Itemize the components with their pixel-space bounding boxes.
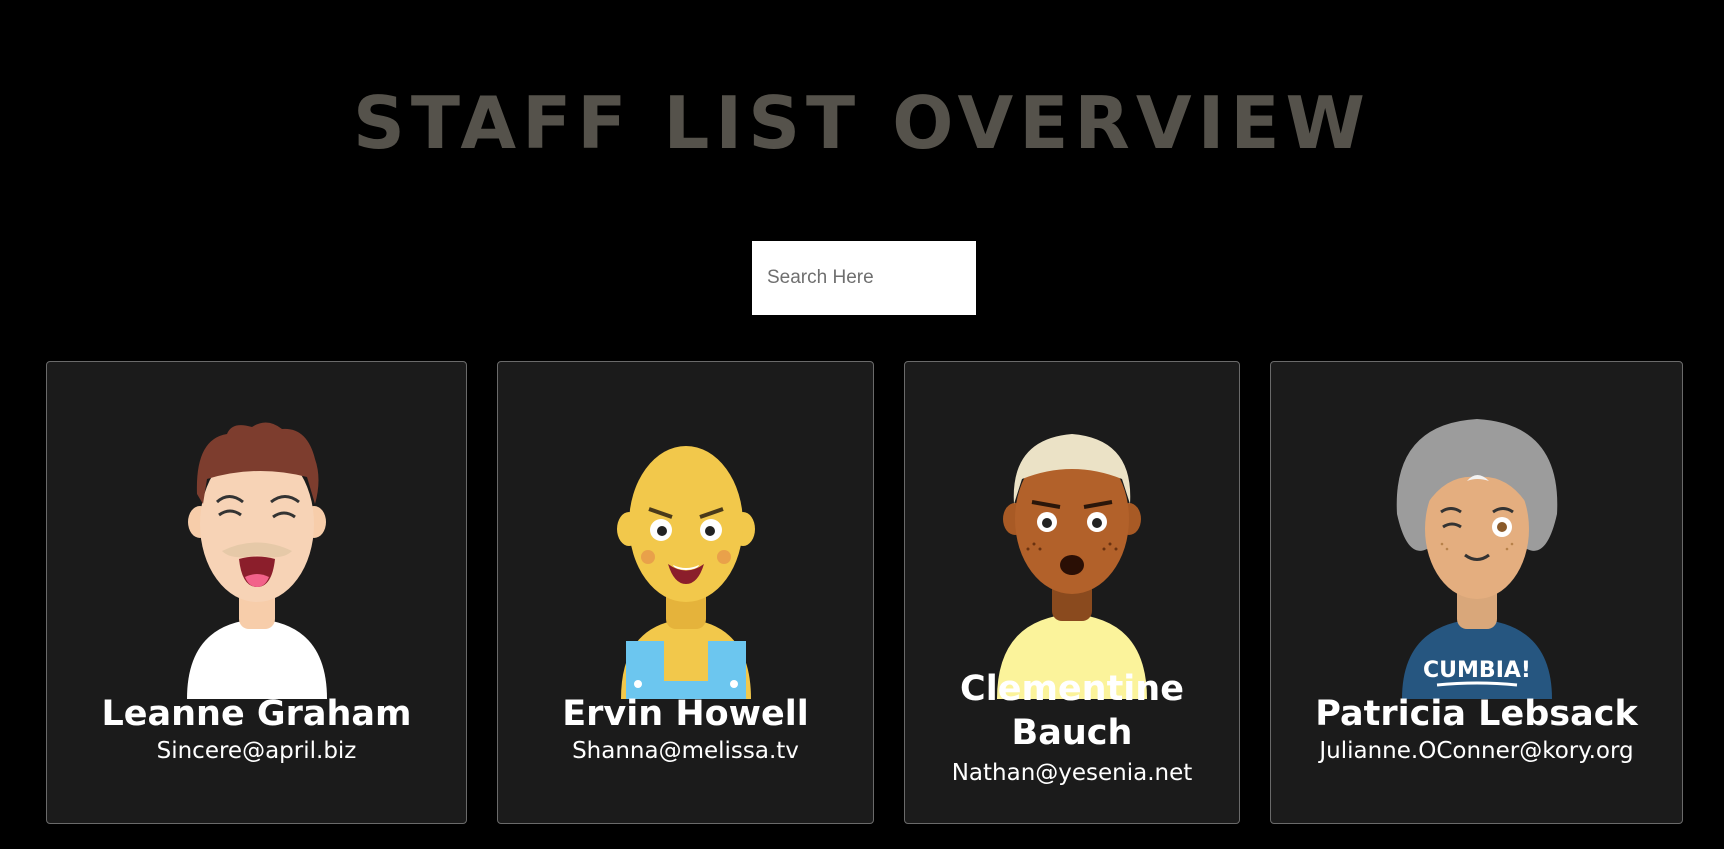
avatar-dark-skin-blonde-icon bbox=[997, 434, 1147, 699]
staff-card[interactable]: Leanne Graham Sincere@april.biz bbox=[46, 361, 467, 824]
staff-name: Patricia Lebsack bbox=[1315, 694, 1638, 734]
staff-email: Nathan@yesenia.net bbox=[951, 760, 1193, 786]
staff-name-line-2: Bauch bbox=[1011, 713, 1133, 753]
search-input[interactable] bbox=[752, 241, 976, 315]
avatar-bald-yellow-overalls-icon bbox=[616, 446, 755, 699]
staff-name: Ervin Howell bbox=[562, 694, 809, 734]
staff-email: Shanna@melissa.tv bbox=[572, 738, 799, 764]
staff-list-page: STAFF LIST OVERVIEW Leanne Graham Sincer… bbox=[0, 0, 1724, 849]
staff-name-line-1: Clementine bbox=[960, 669, 1184, 709]
avatar-gray-hair-winking-icon: CUMBIA! bbox=[1396, 419, 1557, 699]
staff-card[interactable]: Clementine Bauch Nathan@yesenia.net bbox=[904, 361, 1240, 824]
svg-text:CUMBIA!: CUMBIA! bbox=[1423, 658, 1531, 683]
page-title: STAFF LIST OVERVIEW bbox=[353, 81, 1371, 165]
staff-email: Sincere@april.biz bbox=[156, 738, 357, 764]
staff-card[interactable]: CUMBIA! Patricia Lebsack Julianne.OConne… bbox=[1270, 361, 1683, 824]
staff-card[interactable]: Ervin Howell Shanna@melissa.tv bbox=[497, 361, 874, 824]
avatar-man-brown-hair-icon bbox=[186, 422, 327, 699]
staff-name: Leanne Graham bbox=[101, 694, 412, 734]
staff-email: Julianne.OConner@kory.org bbox=[1319, 738, 1634, 764]
